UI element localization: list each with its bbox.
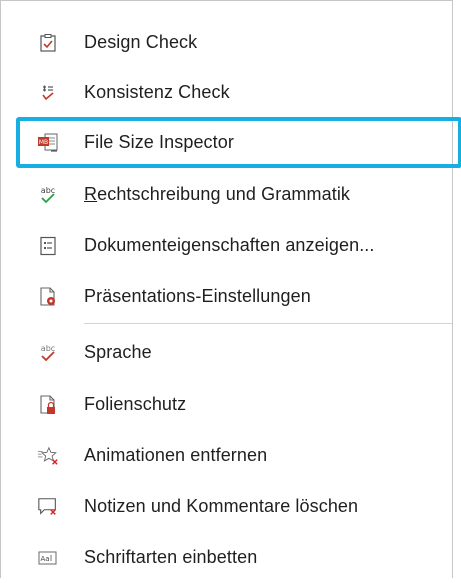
menu-item-slide-protection[interactable]: Folienschutz bbox=[1, 379, 453, 430]
menu-item-delete-notes-comments[interactable]: Notizen und Kommentare löschen bbox=[1, 481, 453, 532]
language-abc-icon: abc bbox=[37, 342, 59, 364]
checkbox-clipboard-icon bbox=[37, 32, 59, 54]
svg-text:abc: abc bbox=[41, 344, 55, 353]
file-size-icon: MB bbox=[37, 132, 59, 154]
slide-lock-icon bbox=[37, 394, 59, 416]
menu-item-label: Sprache bbox=[84, 342, 152, 362]
remove-animation-icon bbox=[37, 445, 59, 467]
menu-item-konsistenz-check[interactable]: Konsistenz Check bbox=[1, 67, 453, 118]
menu-item-file-size-inspector[interactable]: MB File Size Inspector bbox=[16, 117, 461, 168]
menu-item-label: Präsentations-Einstellungen bbox=[84, 286, 311, 306]
menu-item-label: File Size Inspector bbox=[84, 132, 234, 152]
menu-item-label: Konsistenz Check bbox=[84, 82, 230, 102]
menu-item-design-check[interactable]: Design Check bbox=[1, 17, 453, 68]
menu-item-presentation-settings[interactable]: Präsentations-Einstellungen bbox=[1, 271, 453, 322]
svg-text:MB: MB bbox=[39, 139, 48, 146]
check-lines-icon bbox=[37, 82, 59, 104]
document-properties-icon bbox=[37, 235, 59, 257]
menu-item-remove-animations[interactable]: Animationen entfernen bbox=[1, 430, 453, 481]
spelling-abc-icon: abc bbox=[37, 184, 59, 206]
menu-item-language[interactable]: abc Sprache bbox=[1, 327, 453, 378]
svg-text:Aa: Aa bbox=[40, 555, 49, 563]
svg-text:abc: abc bbox=[41, 186, 55, 195]
menu-item-document-properties[interactable]: Dokumenteigenschaften anzeigen... bbox=[1, 220, 453, 271]
menu-item-label: Dokumenteigenschaften anzeigen... bbox=[84, 235, 375, 255]
context-menu: Design Check Konsistenz Check MB File Si… bbox=[0, 0, 461, 578]
menu-item-label: Folienschutz bbox=[84, 394, 187, 414]
embed-fonts-icon: Aa bbox=[37, 547, 59, 569]
menu-item-label: Design Check bbox=[84, 32, 198, 52]
menu-item-label: Animationen entfernen bbox=[84, 445, 268, 465]
presentation-settings-icon bbox=[37, 286, 59, 308]
menu-item-label: Schriftarten einbetten bbox=[84, 547, 258, 567]
menu-item-spelling-grammar[interactable]: abc Rechtschreibung und Grammatik bbox=[1, 169, 453, 220]
delete-comments-icon bbox=[37, 496, 59, 518]
menu-item-embed-fonts[interactable]: Aa Schriftarten einbetten bbox=[1, 532, 453, 583]
menu-separator bbox=[84, 323, 452, 324]
menu-item-label: Rechtschreibung und Grammatik bbox=[84, 184, 351, 204]
menu-item-label: Notizen und Kommentare löschen bbox=[84, 496, 359, 516]
